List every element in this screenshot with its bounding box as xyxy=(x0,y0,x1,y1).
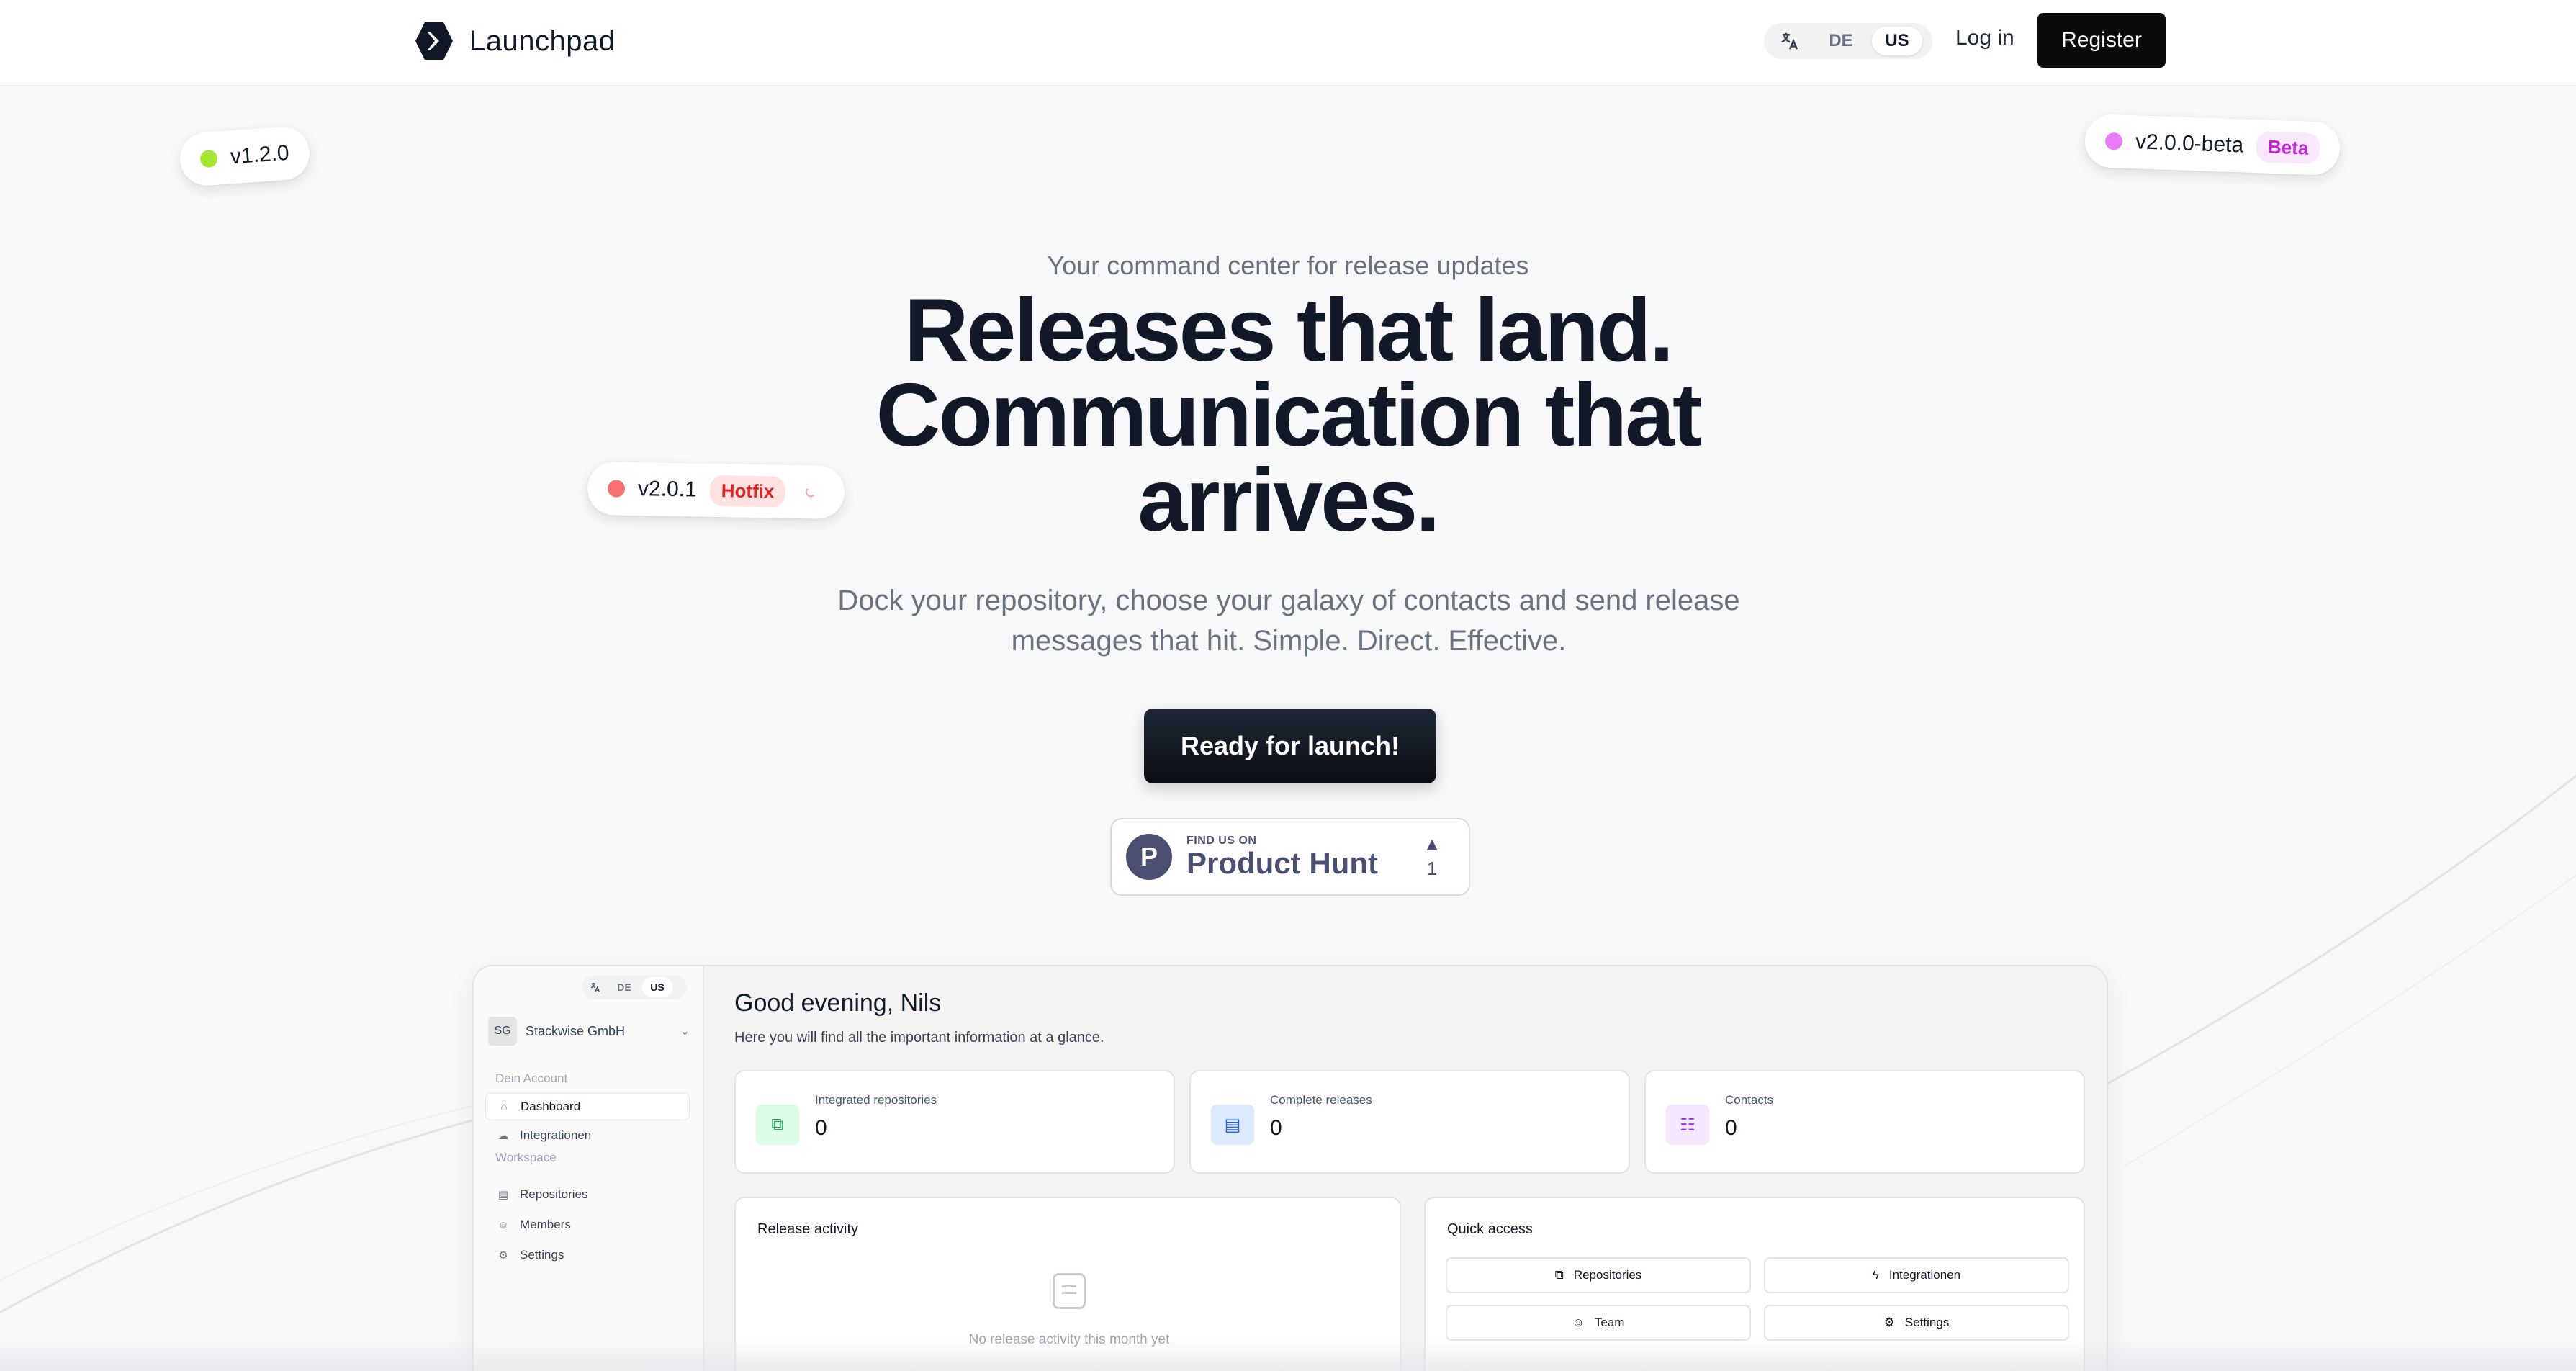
translate-icon xyxy=(585,977,606,997)
preview-lang-de-button[interactable]: DE xyxy=(609,977,639,997)
quick-access-settings[interactable]: ⚙ Settings xyxy=(1764,1305,2069,1341)
product-hunt-badge[interactable]: P FIND US ON Product Hunt ▲ 1 xyxy=(1110,818,1470,896)
users-icon: ☺ xyxy=(1572,1316,1585,1329)
status-dot xyxy=(199,149,218,168)
quick-access-label: Repositories xyxy=(1573,1268,1642,1282)
preview-lang-us-button[interactable]: US xyxy=(642,977,672,997)
sidebar-item-settings[interactable]: ⚙ Settings xyxy=(485,1241,690,1269)
version-label: v1.2.0 xyxy=(229,140,290,169)
preview-language-switcher: DE US xyxy=(582,975,687,999)
home-icon: ⌂ xyxy=(500,1100,508,1113)
contacts-icon: ☷ xyxy=(1666,1105,1709,1145)
product-hunt-text: FIND US ON Product Hunt xyxy=(1186,835,1378,879)
sidebar-item-label: Settings xyxy=(520,1248,564,1262)
gear-icon: ⚙ xyxy=(498,1249,508,1262)
top-navigation: Launchpad DE US Log in Register xyxy=(0,0,2576,86)
empty-document-icon xyxy=(1053,1273,1086,1309)
vote-count: 1 xyxy=(1426,857,1438,879)
repository-icon: ⧉ xyxy=(1554,1268,1564,1282)
version-pill-v200-beta: v2.0.0-beta Beta xyxy=(2084,113,2341,176)
cloud-icon: ☁ xyxy=(497,1130,509,1142)
status-dot xyxy=(2104,132,2123,150)
sidebar-item-label: Repositories xyxy=(520,1187,588,1201)
launchpad-logo-icon xyxy=(415,22,453,60)
hero-title-line-1: Releases that land. xyxy=(904,281,1674,380)
product-hunt-logo-icon: P xyxy=(1126,834,1172,880)
stat-card-releases: ▤ Complete releases 0 xyxy=(1189,1070,1630,1174)
stat-label: Complete releases xyxy=(1270,1093,1372,1107)
translate-icon xyxy=(1770,27,1810,55)
version-pill-v120: v1.2.0 xyxy=(178,125,312,188)
ready-for-launch-button[interactable]: Ready for launch! xyxy=(1144,709,1436,783)
register-button[interactable]: Register xyxy=(2037,13,2166,68)
archive-icon: ▤ xyxy=(1211,1105,1254,1145)
sidebar-item-dashboard[interactable]: ⌂ Dashboard xyxy=(485,1093,690,1120)
quick-access-team[interactable]: ☺ Team xyxy=(1446,1305,1751,1341)
stat-label: Contacts xyxy=(1725,1093,1774,1107)
stat-value: 0 xyxy=(1270,1116,1282,1140)
lightning-icon: ϟ xyxy=(1872,1268,1879,1282)
sidebar-item-label: Members xyxy=(520,1218,571,1231)
stat-card-contacts: ☷ Contacts 0 xyxy=(1644,1070,2085,1174)
stat-label: Integrated repositories xyxy=(815,1093,937,1107)
sidebar-item-label: Integrationen xyxy=(520,1128,592,1142)
stat-value: 0 xyxy=(1725,1116,1737,1140)
lang-us-button[interactable]: US xyxy=(1872,27,1922,55)
gear-icon: ⚙ xyxy=(1883,1316,1895,1329)
stat-card-repositories: ⧉ Integrated repositories 0 xyxy=(734,1070,1175,1174)
quick-access-label: Settings xyxy=(1904,1316,1950,1329)
greeting-title: Good evening, Nils xyxy=(734,989,942,1017)
app-preview: DE US SG Stackwise GmbH ⌄ Dein Account ⌂… xyxy=(472,965,2108,1371)
hero-eyebrow: Your command center for release updates xyxy=(1047,251,1529,280)
upvote-triangle-icon: ▲ xyxy=(1423,832,1441,855)
sidebar-item-integrations[interactable]: ☁ Integrationen xyxy=(485,1122,690,1149)
beta-badge: Beta xyxy=(2256,130,2321,164)
quick-access-title: Quick access xyxy=(1447,1221,1533,1237)
brand-name: Launchpad xyxy=(469,24,616,57)
quick-access-repositories[interactable]: ⧉ Repositories xyxy=(1446,1257,1751,1293)
section-label-workspace: Workspace xyxy=(495,1151,557,1164)
hero-title-line-2: Communication that xyxy=(875,366,1703,465)
hero-title: Releases that land. Communication that a… xyxy=(0,281,2576,550)
sidebar-item-members[interactable]: ☺ Members xyxy=(485,1211,690,1239)
bottom-fade xyxy=(0,1339,2576,1371)
greeting-subtitle: Here you will find all the important inf… xyxy=(734,1030,1104,1046)
product-hunt-votes: ▲ 1 xyxy=(1423,835,1441,880)
archive-icon: ▤ xyxy=(497,1189,509,1201)
chevron-down-icon: ⌄ xyxy=(680,1025,690,1038)
org-selector[interactable]: SG Stackwise GmbH ⌄ xyxy=(488,1017,690,1046)
lang-de-button[interactable]: DE xyxy=(1816,27,1866,55)
org-avatar: SG xyxy=(488,1017,517,1046)
quick-access-integrations[interactable]: ϟ Integrationen xyxy=(1764,1257,2069,1293)
preview-main: Good evening, Nils Here you will find al… xyxy=(706,966,2107,1371)
hero-title-line-3: arrives. xyxy=(1138,451,1440,550)
quick-access-label: Integrationen xyxy=(1888,1268,1961,1282)
preview-sidebar: DE US SG Stackwise GmbH ⌄ Dein Account ⌂… xyxy=(474,966,704,1371)
stat-value: 0 xyxy=(815,1116,827,1140)
brand[interactable]: Launchpad xyxy=(413,20,615,62)
release-activity-title: Release activity xyxy=(757,1221,859,1237)
section-label-account: Dein Account xyxy=(495,1071,568,1085)
login-link[interactable]: Log in xyxy=(1955,26,2014,50)
sidebar-item-repositories[interactable]: ▤ Repositories xyxy=(485,1181,690,1208)
users-icon: ☺ xyxy=(497,1218,509,1231)
sidebar-item-label: Dashboard xyxy=(521,1100,581,1113)
hero-subtitle: Dock your repository, choose your galaxy… xyxy=(837,585,1740,657)
repository-icon: ⧉ xyxy=(756,1105,799,1145)
org-name: Stackwise GmbH xyxy=(526,1023,626,1038)
quick-access-label: Team xyxy=(1594,1316,1625,1329)
version-label: v2.0.0-beta xyxy=(2135,130,2244,158)
language-switcher: DE US xyxy=(1764,23,1932,59)
product-hunt-title: Product Hunt xyxy=(1186,846,1378,880)
